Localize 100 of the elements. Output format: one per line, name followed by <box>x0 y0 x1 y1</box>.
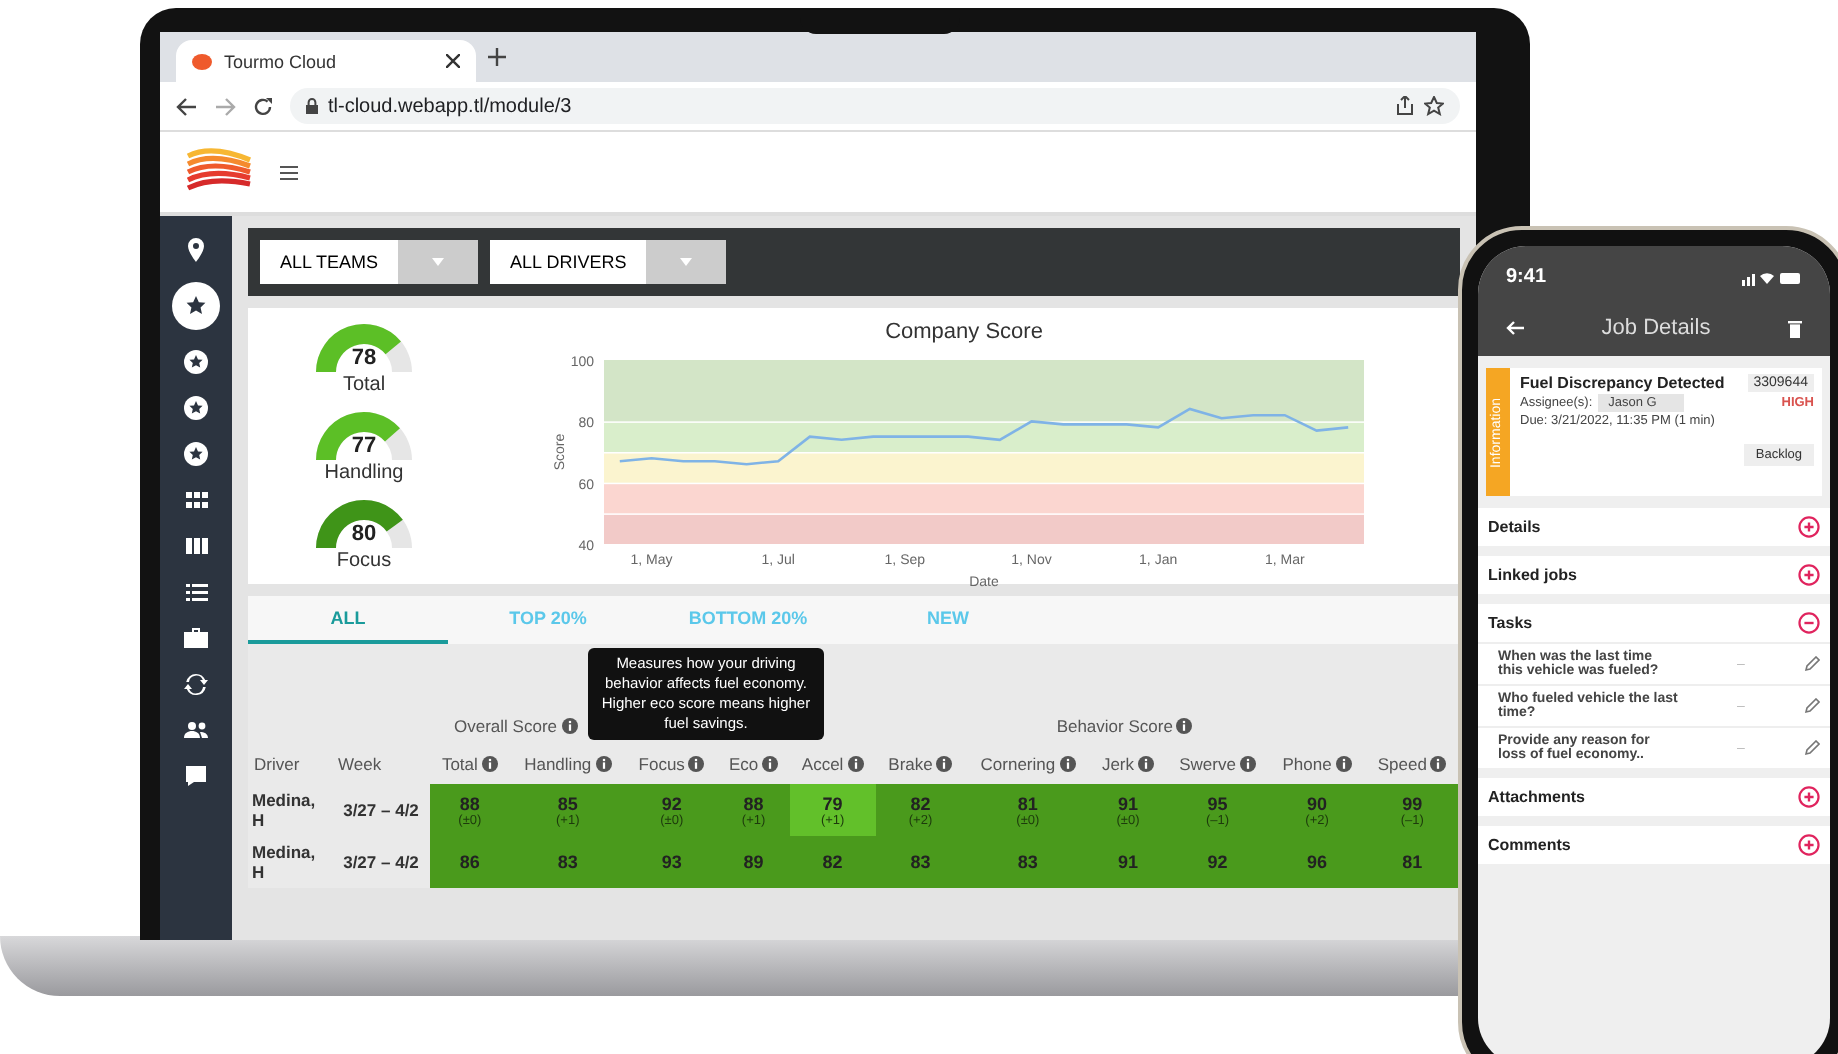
gauge-value: 78 <box>351 346 377 370</box>
group-header: Behavior Score <box>1056 716 1173 736</box>
column-header: Driver <box>254 754 300 774</box>
people-icon[interactable] <box>182 716 210 744</box>
chat-icon[interactable] <box>182 762 210 790</box>
score-value: 81 <box>1017 793 1038 813</box>
plus-circle-icon[interactable] <box>1798 786 1820 808</box>
score-value: 83 <box>910 852 931 872</box>
driver-cell: Medina, H <box>248 836 332 888</box>
status-icons-drawing <box>1742 269 1802 285</box>
score-value: 83 <box>557 852 578 872</box>
driver-cell: Medina, H <box>248 784 332 836</box>
info-icon[interactable] <box>1430 756 1447 772</box>
menu-icon[interactable] <box>280 165 298 179</box>
sync-icon[interactable] <box>182 670 210 698</box>
column-header: Week <box>338 754 382 774</box>
info-icon[interactable] <box>561 718 578 734</box>
score-value: 86 <box>459 852 480 872</box>
gauge-label: Total <box>342 374 386 396</box>
reload-icon[interactable] <box>252 95 274 117</box>
group-header: Overall Score <box>454 716 558 736</box>
chart-title: Company Score <box>885 320 1043 344</box>
score-value: 88 <box>459 793 480 813</box>
info-icon[interactable] <box>936 756 953 772</box>
info-icon[interactable] <box>688 756 705 772</box>
screen-title: Job Details <box>1601 316 1711 340</box>
plus-icon[interactable] <box>488 48 506 66</box>
trash-icon[interactable] <box>1787 319 1802 337</box>
column-header: Speed <box>1377 754 1427 774</box>
pencil-icon[interactable] <box>1804 698 1820 714</box>
info-icon[interactable] <box>1059 756 1076 772</box>
column-header: Phone <box>1282 754 1332 774</box>
share-icon[interactable] <box>1396 96 1414 116</box>
filter-dropdown[interactable]: ALL DRIVERS <box>490 240 727 284</box>
info-icon[interactable] <box>1239 756 1256 772</box>
score-value: 82 <box>822 852 843 872</box>
filter-dropdown[interactable]: ALL TEAMS <box>260 240 479 284</box>
score-value: 90 <box>1307 793 1328 813</box>
back-arrow-icon[interactable] <box>176 95 198 117</box>
status-time: 9:41 <box>1506 266 1547 288</box>
column-header: Handling <box>524 754 592 774</box>
pencil-icon[interactable] <box>1804 740 1820 756</box>
section-header[interactable]: Comments <box>1478 826 1830 864</box>
section-header[interactable]: Linked jobs <box>1478 556 1830 594</box>
week-cell: 3/27 – 4/2 <box>332 784 431 836</box>
gauge-value: 77 <box>351 434 377 458</box>
browser-tab[interactable]: Tourmo Cloud <box>176 40 476 82</box>
star-icon[interactable] <box>1424 96 1444 116</box>
info-icon[interactable] <box>762 756 779 772</box>
score-value: 83 <box>1017 852 1038 872</box>
score-value: 91 <box>1117 852 1138 872</box>
close-icon[interactable] <box>446 54 460 68</box>
column-header: Brake <box>888 754 933 774</box>
score-value: 88 <box>743 793 764 813</box>
column-header: Accel <box>801 754 844 774</box>
info-icon[interactable] <box>481 756 498 772</box>
column-header: Jerk <box>1101 754 1134 774</box>
column-header: Cornering <box>980 754 1056 774</box>
lock-icon <box>306 98 318 114</box>
score-value: 93 <box>661 852 682 872</box>
section-header[interactable]: Tasks <box>1478 604 1830 642</box>
plus-circle-icon[interactable] <box>1798 516 1820 538</box>
score-value: 92 <box>661 793 682 813</box>
address-bar[interactable]: tl-cloud.webapp.tl/module/3 <box>290 88 1460 124</box>
briefcase-icon[interactable] <box>182 624 210 652</box>
plus-circle-icon[interactable] <box>1798 834 1820 856</box>
pencil-icon[interactable] <box>1804 656 1820 672</box>
score-value: 79 <box>822 793 843 813</box>
score-value: 85 <box>557 793 578 813</box>
score-value: 95 <box>1207 793 1228 813</box>
info-icon[interactable] <box>595 756 612 772</box>
pin-icon[interactable] <box>182 236 210 264</box>
gauge-label: Handling <box>324 462 404 484</box>
score-value: 92 <box>1207 852 1228 872</box>
columns-icon[interactable] <box>182 532 210 560</box>
week-cell: 3/27 – 4/2 <box>332 836 431 888</box>
score-value: 81 <box>1402 852 1423 872</box>
url-text: tl-cloud.webapp.tl/module/3 <box>328 95 572 117</box>
grid-icon[interactable] <box>182 486 210 514</box>
column-header: Focus <box>638 754 685 774</box>
plus-circle-icon[interactable] <box>1798 564 1820 586</box>
info-icon[interactable] <box>1176 718 1193 734</box>
info-icon[interactable] <box>847 756 864 772</box>
score-value: 89 <box>743 852 764 872</box>
score-value: 91 <box>1117 793 1138 813</box>
list-icon[interactable] <box>182 578 210 606</box>
score-value: 96 <box>1307 852 1328 872</box>
section-header[interactable]: Attachments <box>1478 778 1830 816</box>
tab-title: Tourmo Cloud <box>224 51 339 71</box>
column-header: Swerve <box>1179 754 1236 774</box>
info-icon[interactable] <box>1335 756 1352 772</box>
gauge-value: 80 <box>351 522 377 546</box>
score-value: 99 <box>1402 793 1423 813</box>
column-header: Total <box>441 754 478 774</box>
gauge-label: Focus <box>336 550 392 572</box>
info-icon[interactable] <box>1138 756 1154 772</box>
minus-circle-icon[interactable] <box>1798 612 1820 634</box>
job-title: Fuel Discrepancy Detected <box>1520 374 1725 392</box>
section-header[interactable]: Details <box>1478 508 1830 546</box>
column-header: Eco <box>728 754 759 774</box>
